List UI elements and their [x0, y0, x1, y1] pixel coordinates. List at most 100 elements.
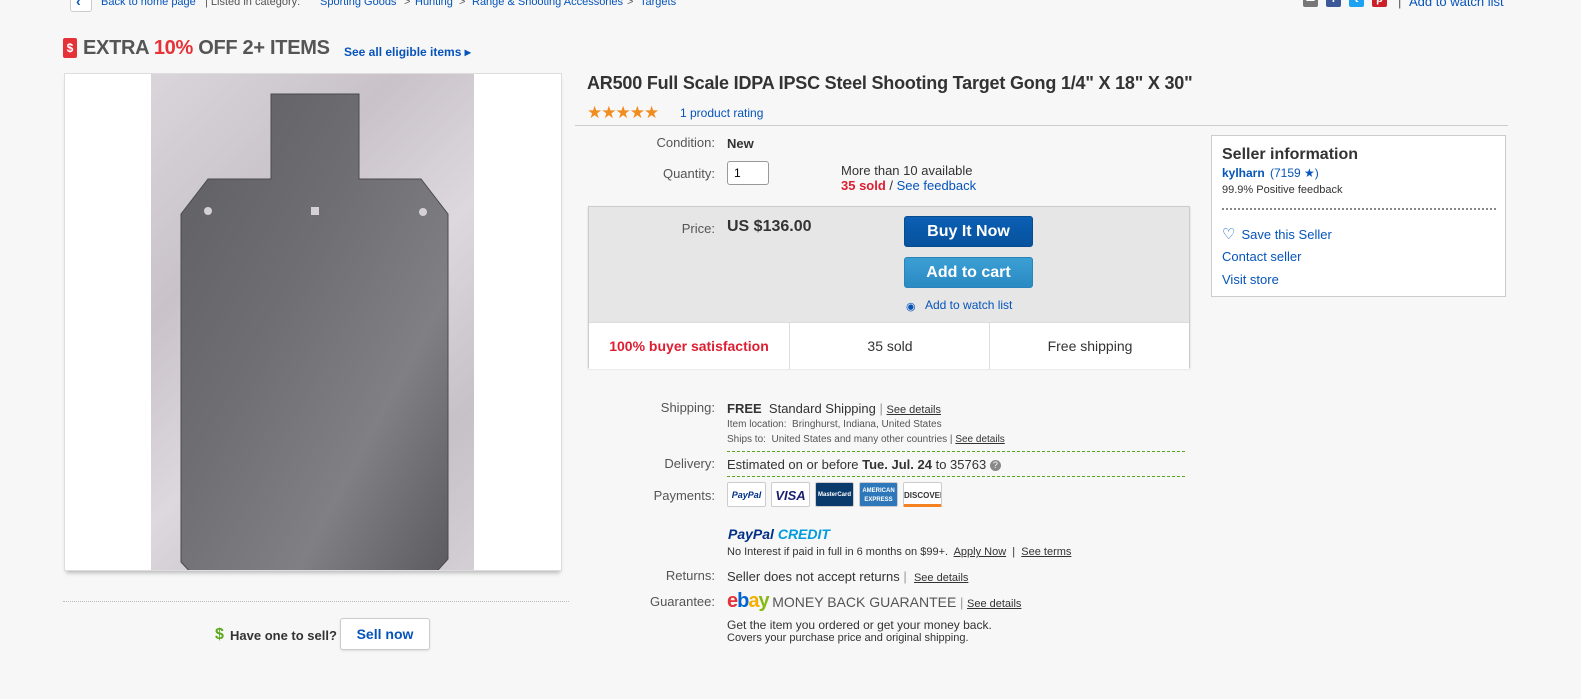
add-to-cart-button[interactable]: Add to cart [904, 257, 1033, 288]
buyer-satisfaction-stat: 100% buyer satisfaction [609, 338, 769, 354]
breadcrumb-item-targets[interactable]: Targets [640, 0, 676, 8]
returns-details-link[interactable]: See details [914, 572, 968, 584]
breadcrumb-item-range-accessories[interactable]: Range & Shooting Accessories [472, 0, 623, 8]
guarantee-label: Guarantee: [649, 594, 715, 609]
title-divider [575, 125, 1508, 126]
back-button[interactable]: ‹ [70, 0, 92, 12]
promo-highlight: 10% [153, 37, 193, 59]
ships-to-label: Ships to: [727, 434, 766, 445]
breadcrumb-separator: > [404, 0, 411, 8]
rating-stars[interactable]: ★★★★★ [587, 103, 659, 123]
promo-text: EXTRA 10% OFF 2+ ITEMS [83, 37, 330, 60]
add-to-watch-list-top[interactable]: Add to watch list [1409, 0, 1504, 9]
guarantee-value: ebay MONEY BACK GUARANTEE | See details [727, 590, 1021, 613]
dashed-divider [727, 451, 1185, 452]
ships-details-link[interactable]: See details [955, 434, 1004, 445]
returns-label: Returns: [665, 568, 715, 583]
delivery-label: Delivery: [664, 456, 715, 471]
apply-now-link[interactable]: Apply Now [954, 546, 1007, 558]
guarantee-details-link[interactable]: See details [967, 598, 1021, 610]
mastercard-icon: MasterCard [815, 482, 854, 507]
seller-feedback-score[interactable]: (7159 ★) [1270, 166, 1319, 180]
amex-icon: AMERICAN EXPRESS [859, 482, 898, 507]
visit-store-link[interactable]: Visit store [1222, 272, 1279, 287]
share-separator: | [1398, 0, 1402, 9]
price-tag-icon: $ [63, 38, 77, 58]
add-to-watch-list-link[interactable]: Add to watch list [925, 298, 1012, 312]
shipping-details-link[interactable]: See details [887, 404, 941, 416]
shipping-value: FREE Standard Shipping | See details [727, 401, 941, 416]
back-to-home-link[interactable]: Back to home page [101, 0, 196, 8]
delivery-value: Estimated on or before Tue. Jul. 24 to 3… [727, 457, 1001, 472]
email-icon[interactable]: ✉ [1303, 0, 1318, 7]
see-terms-link[interactable]: See terms [1021, 546, 1071, 558]
item-photo [151, 74, 474, 570]
shipping-method: Standard Shipping [768, 401, 876, 416]
guarantee-line-1: Get the item you ordered or get your mon… [727, 618, 992, 632]
promo-prefix: EXTRA [83, 37, 154, 59]
top-bar: ‹ Back to home page | Listed in category… [0, 0, 1581, 14]
guarantee-line-2: Covers your purchase price and original … [727, 632, 969, 644]
availability-text: More than 10 available [841, 163, 973, 178]
dotted-divider [1222, 208, 1496, 210]
dollar-icon: $ [215, 626, 224, 643]
save-seller-link[interactable]: ♡ Save this Seller [1222, 225, 1332, 243]
price-label: Price: [681, 221, 715, 236]
item-image-viewer[interactable] [64, 73, 562, 571]
breadcrumb-separator: > [459, 0, 466, 8]
paypal-credit-logo-b: CREDIT [773, 526, 830, 542]
sold-count[interactable]: 35 sold [841, 178, 886, 193]
contact-seller-link[interactable]: Contact seller [1222, 249, 1301, 264]
returns-value: Seller does not accept returns | See det… [727, 569, 968, 584]
help-icon[interactable]: ? [989, 460, 1001, 472]
delivery-date: Tue. Jul. 24 [862, 457, 932, 472]
sold-stat: 35 sold [789, 323, 990, 369]
see-feedback-link[interactable]: See feedback [897, 178, 977, 193]
condition-label: Condition: [656, 135, 715, 150]
sell-question: Have one to sell? [230, 628, 337, 643]
twitter-icon[interactable]: t [1349, 0, 1364, 7]
paypal-credit-text: No Interest if paid in full in 6 months … [727, 546, 949, 558]
ships-to-value: United States and many other countries [771, 434, 948, 445]
purchase-panel: Price: US $136.00 Buy It Now Add to cart… [588, 206, 1190, 369]
shipping-separator: | [879, 401, 883, 416]
item-location: Item location: Bringhurst, Indiana, Unit… [727, 419, 942, 430]
condition-value: New [727, 136, 754, 151]
breadcrumb-item-sporting-goods[interactable]: Sporting Goods [320, 0, 396, 8]
dashed-divider [727, 476, 1185, 477]
buy-it-now-button[interactable]: Buy It Now [904, 216, 1033, 247]
pinterest-icon[interactable]: p [1372, 0, 1387, 7]
shipping-label: Shipping: [660, 400, 715, 415]
returns-text: Seller does not accept returns [727, 569, 900, 584]
product-rating-link[interactable]: 1 product rating [680, 106, 763, 120]
item-location-value: Bringhurst, Indiana, United States [792, 419, 942, 430]
delivery-zip: to 35763 [931, 457, 987, 472]
ships-separator: | [949, 434, 953, 445]
save-seller-label: Save this Seller [1241, 227, 1332, 242]
discover-icon: DISCOVER [903, 482, 942, 507]
see-eligible-items-link[interactable]: See all eligible items ▸ [344, 45, 471, 59]
quantity-input[interactable] [727, 161, 769, 185]
guarantee-separator: | [959, 595, 964, 610]
purchase-stats: 100% buyer satisfaction 35 sold Free shi… [589, 322, 1189, 369]
terms-separator: | [1012, 546, 1016, 558]
paypal-credit-logo: PayPal CREDIT [728, 526, 830, 542]
paypal-icon: PayPal [727, 482, 766, 507]
seller-positive-feedback: 99.9% Positive feedback [1222, 184, 1343, 196]
breadcrumb-separator: > [627, 0, 634, 8]
paypal-credit-terms: No Interest if paid in full in 6 months … [727, 546, 1071, 558]
free-shipping-stat: Free shipping [989, 323, 1190, 369]
ships-to: Ships to: United States and many other c… [727, 434, 1005, 445]
ebay-logo: ebay [727, 590, 770, 612]
price-value: US $136.00 [727, 218, 812, 235]
sell-now-button[interactable]: Sell now [340, 618, 430, 650]
item-location-label: Item location: [727, 419, 787, 430]
delivery-prefix: Estimated on or before [727, 457, 863, 472]
facebook-icon[interactable]: f [1326, 0, 1341, 7]
returns-separator: | [903, 569, 907, 584]
seller-name-link[interactable]: kylharn [1222, 166, 1265, 180]
seller-information-panel: Seller information kylharn (7159 ★) 99.9… [1211, 135, 1506, 297]
breadcrumb-item-hunting[interactable]: Hunting [415, 0, 453, 8]
payments-label: Payments: [653, 488, 715, 503]
sold-feedback: 35 sold / See feedback [841, 178, 976, 193]
